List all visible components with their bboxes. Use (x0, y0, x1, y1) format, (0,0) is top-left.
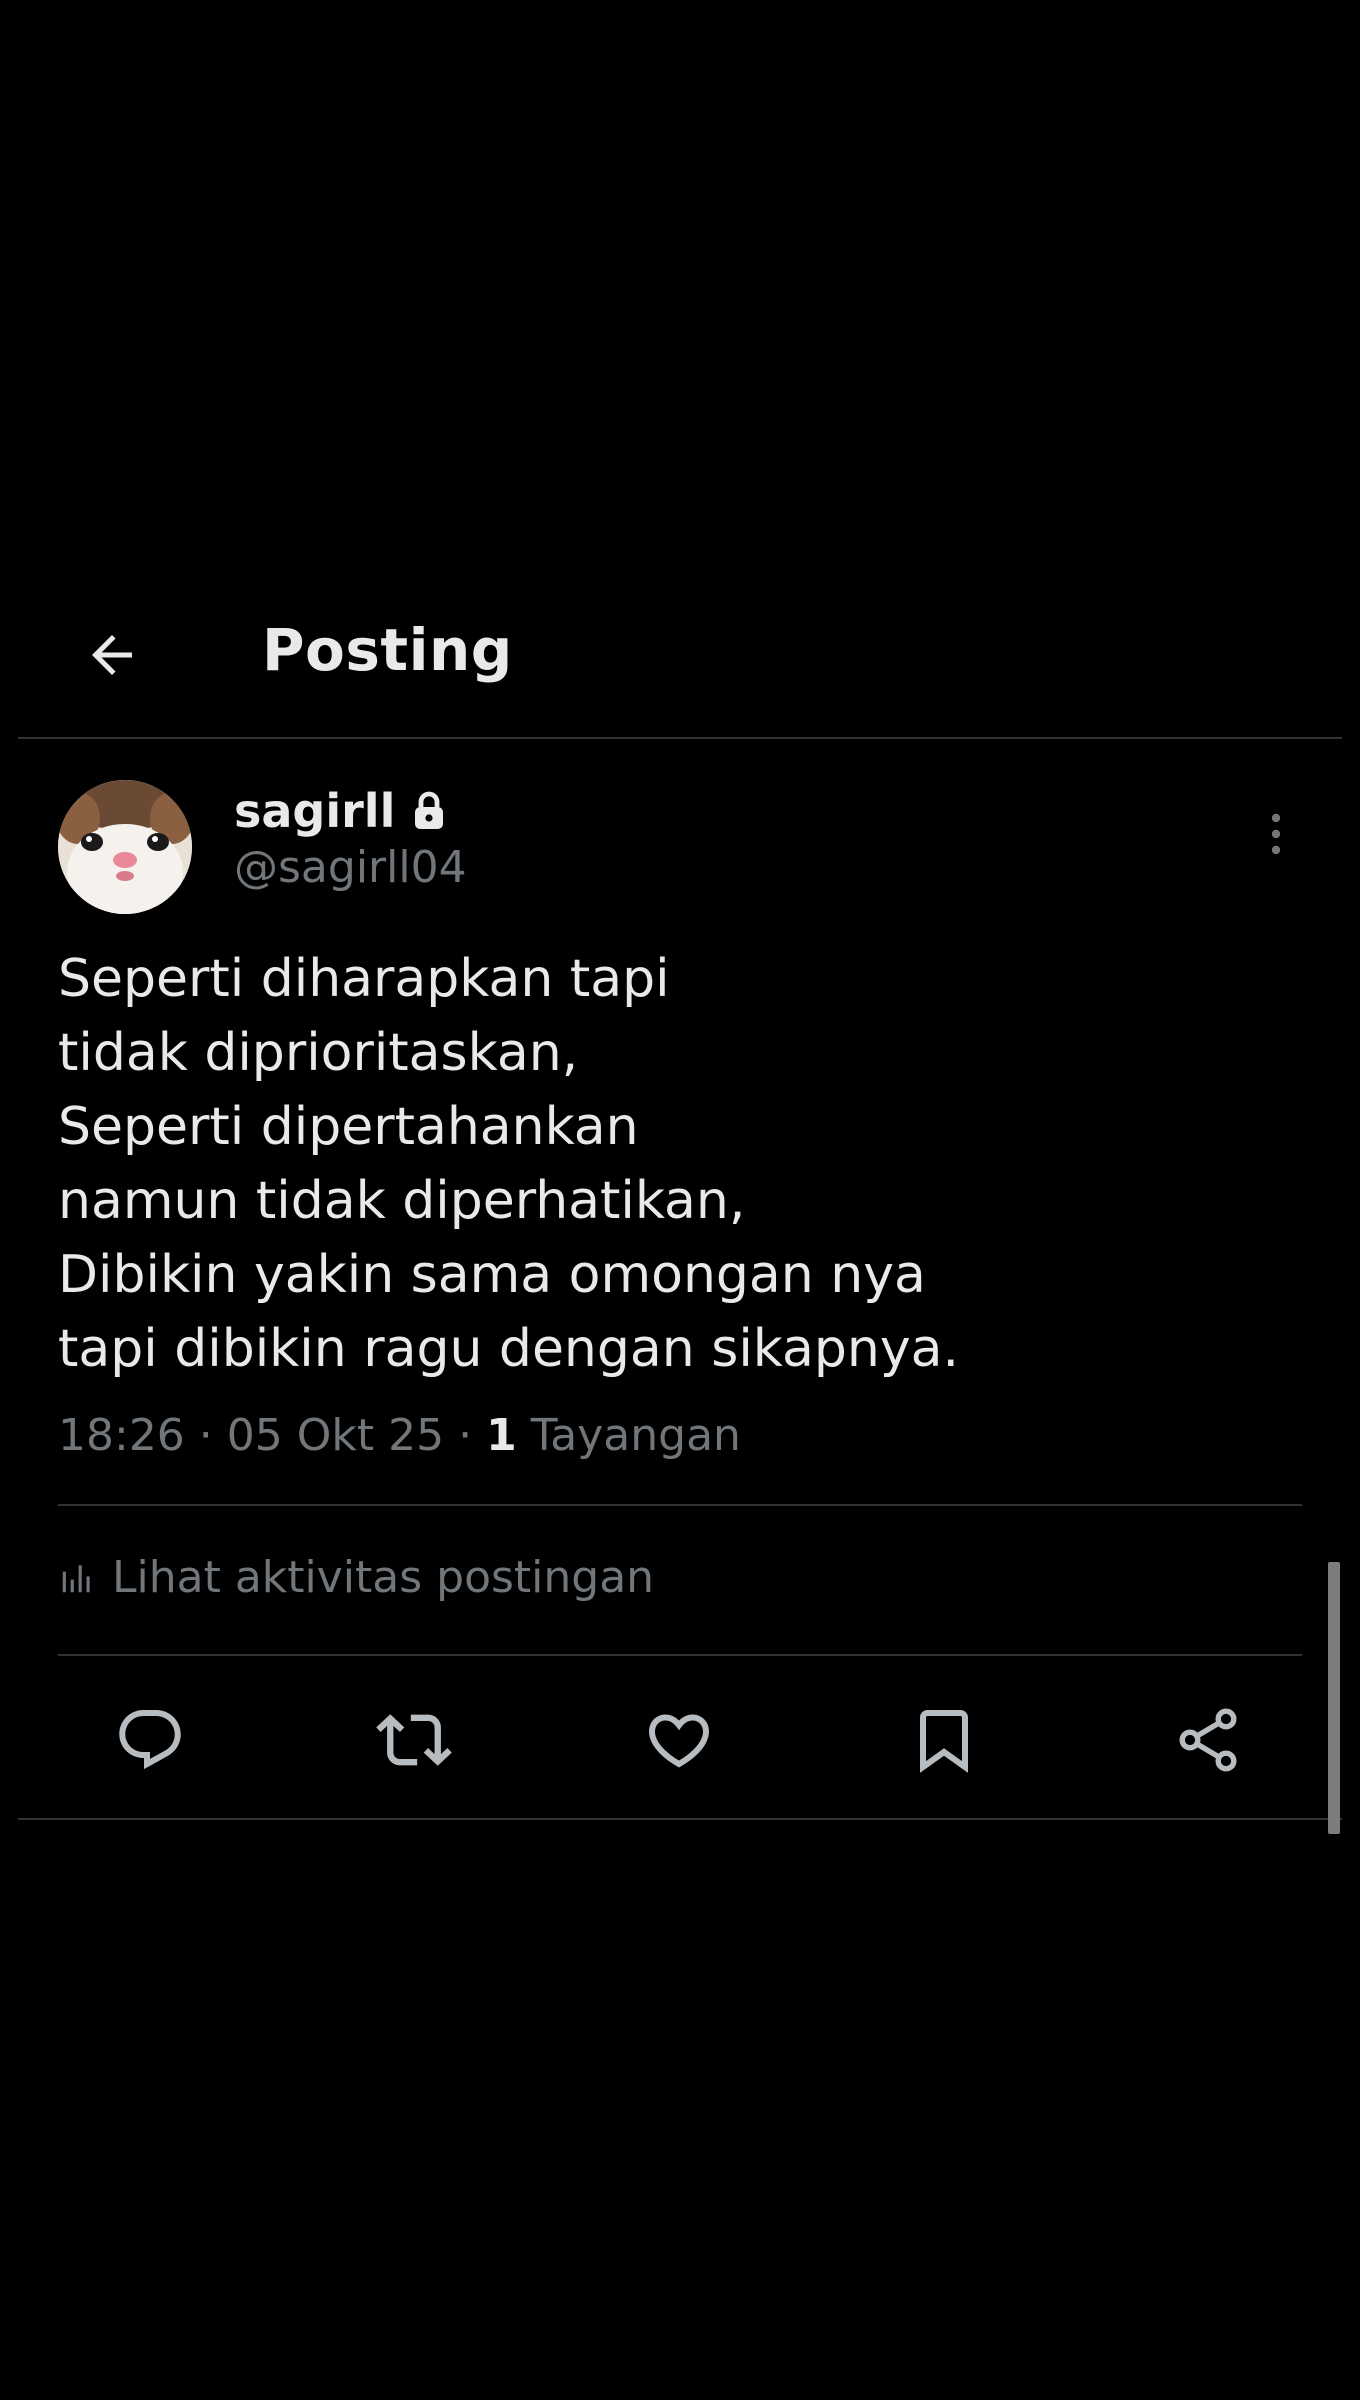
cat-avatar-image (58, 780, 192, 914)
post-text-line: Dibikin yakin sama omongan nya (58, 1245, 926, 1305)
bookmark-button[interactable] (894, 1690, 994, 1790)
view-activity-label: Lihat aktivitas postingan (112, 1552, 655, 1603)
header-divider (18, 737, 1342, 739)
more-options-button[interactable] (1252, 800, 1300, 868)
more-vertical-icon (1271, 813, 1281, 855)
reply-button[interactable] (100, 1690, 200, 1790)
like-icon (648, 1714, 710, 1768)
post-time[interactable]: 18:26 (58, 1410, 185, 1461)
page-title: Posting (262, 616, 513, 684)
author-display-name-row[interactable]: sagirll (234, 784, 445, 838)
bookmark-icon (920, 1710, 968, 1773)
post-text: Seperti diharapkan tapi tidak dipriorita… (58, 942, 1298, 1386)
repost-icon (376, 1714, 452, 1766)
repost-button[interactable] (364, 1690, 464, 1790)
scrollbar[interactable] (1328, 1562, 1340, 1834)
activity-divider (58, 1654, 1302, 1656)
like-button[interactable] (629, 1690, 729, 1790)
reply-icon (119, 1710, 181, 1770)
bar-chart-icon (62, 1564, 90, 1592)
views-label: Tayangan (516, 1410, 741, 1461)
action-bar-divider (18, 1818, 1342, 1820)
post-text-line: Seperti dipertahankan (58, 1097, 639, 1157)
back-button[interactable] (72, 615, 152, 695)
views-count: 1 (486, 1410, 517, 1461)
lock-icon (415, 791, 444, 829)
avatar[interactable] (58, 780, 192, 914)
author-display-name[interactable]: sagirll (234, 784, 395, 838)
arrow-left-icon (92, 635, 132, 675)
meta-divider (58, 1504, 1302, 1506)
post-text-line: namun tidak diperhatikan, (58, 1171, 746, 1231)
meta-separator: · (444, 1410, 487, 1461)
post-text-line: Seperti diharapkan tapi (58, 949, 670, 1009)
post-text-line: tapi dibikin ragu dengan sikapnya. (58, 1319, 959, 1379)
post-date[interactable]: 05 Okt 25 (227, 1410, 444, 1461)
share-icon (1179, 1708, 1237, 1772)
author-handle[interactable]: @sagirll04 (234, 842, 467, 893)
meta-separator: · (184, 1410, 227, 1461)
post-action-bar (0, 1690, 1360, 1790)
post-meta: 18:26 · 05 Okt 25 · 1 Tayangan (58, 1410, 741, 1461)
post-text-line: tidak diprioritaskan, (58, 1023, 579, 1083)
share-button[interactable] (1158, 1690, 1258, 1790)
top-bar: Posting (0, 580, 1360, 740)
view-activity-link[interactable]: Lihat aktivitas postingan (58, 1552, 654, 1603)
